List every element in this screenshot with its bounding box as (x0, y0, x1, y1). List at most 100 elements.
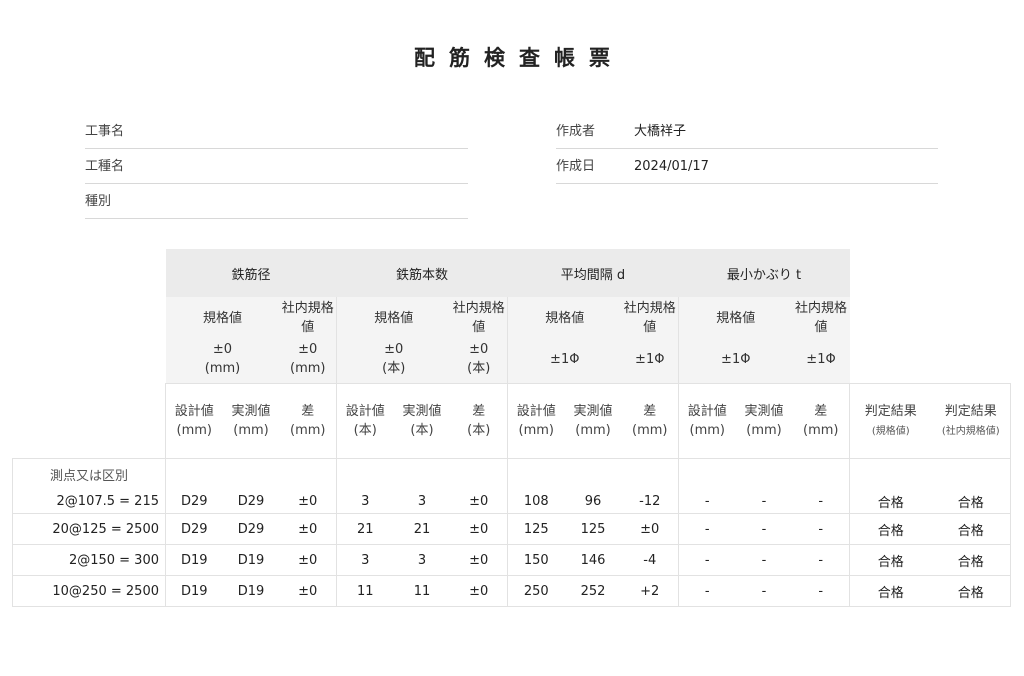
col-header-unit: (mm) (746, 423, 782, 438)
internal-std-value: ±0 (mm) (279, 335, 337, 384)
table-cell: - (792, 489, 850, 514)
table-cell: - (678, 489, 736, 514)
table-row: 2@150 = 300 D19 D19 ±0 3 3 ±0 150 146 -4- - - 合格 合格 (12, 544, 1011, 576)
field-category[interactable]: 種別 (85, 184, 468, 219)
col-header-text: 実測値 (744, 404, 784, 419)
col-header-judge-internal: 判定結果 (社内規格値) (931, 383, 1011, 459)
col-header-design: 設計値 (mm) (678, 383, 736, 459)
col-header-diff: 差 (mm) (792, 383, 850, 459)
std-value: ±0 (mm) (165, 335, 280, 384)
col-header-text: 設計値 (345, 404, 385, 419)
col-header-unit: (本) (353, 423, 377, 438)
group-header-min-cover: 最小かぶり t (678, 249, 850, 297)
table-cell: D29 (165, 513, 223, 545)
std-label: 規格値 (678, 297, 793, 335)
col-header-unit: (mm) (518, 423, 554, 438)
std-value-text: ±0 (384, 342, 404, 357)
field-label: 工種名 (85, 159, 125, 174)
table-cell: - (735, 544, 793, 576)
col-header-text: 実測値 (231, 404, 271, 419)
table-cell: ±0 (279, 489, 337, 514)
row-label: 2@107.5 = 215 (12, 489, 166, 514)
col-header-text: 差 (643, 404, 657, 419)
table-cell: 21 (336, 513, 394, 545)
table-cell: 3 (393, 544, 451, 576)
internal-std-value: ±0 (本) (450, 335, 508, 384)
table-cell: - (678, 513, 736, 545)
table-cell: 3 (336, 489, 394, 514)
col-header-text: 実測値 (402, 404, 442, 419)
table-cell: D19 (222, 544, 280, 576)
internal-std-label: 社内規格値 (621, 297, 679, 335)
std-value: ±0 (本) (336, 335, 451, 384)
col-header-text: 差 (472, 404, 486, 419)
col-header-design: 設計値 (mm) (165, 383, 223, 459)
col-header-unit: (mm) (803, 423, 839, 438)
col-header-unit: (本) (410, 423, 434, 438)
empty-cell (13, 384, 166, 459)
table-cell: 3 (336, 544, 394, 576)
empty-cell (678, 458, 850, 489)
table-cell: 125 (564, 513, 622, 545)
empty-cell (849, 458, 1011, 489)
std-value-text: ±1Φ (721, 351, 751, 367)
std-value: ±1Φ (507, 335, 622, 384)
table-row: 10@250 = 2500 D19 D19 ±0 11 11 ±0 250 252 +2- - - 合格… (12, 575, 1011, 607)
col-header-text: 差 (814, 404, 828, 419)
col-header-text: 設計値 (687, 404, 727, 419)
table-cell: 合格 (849, 513, 932, 545)
table-cell: - (792, 575, 850, 607)
table-cell: 合格 (849, 575, 932, 607)
table-cell: D19 (222, 575, 280, 607)
std-unit: (本) (467, 361, 491, 376)
empty-cell (13, 297, 166, 335)
table-cell: - (678, 575, 736, 607)
col-header-unit: (mm) (575, 423, 611, 438)
field-project-name[interactable]: 工事名 (85, 114, 468, 149)
table-cell: -12 (621, 489, 679, 514)
std-value-text: ±1Φ (550, 351, 580, 367)
inspection-table: 鉄筋径 鉄筋本数 平均間隔 d 最小かぶり t 規格値 社内規格値 規格値 社内… (12, 249, 1011, 607)
table-cell: ±0 (450, 575, 508, 607)
empty-cell (165, 458, 337, 489)
table-cell: 合格 (931, 544, 1011, 576)
col-header-text: 差 (301, 404, 315, 419)
col-header-actual: 実測値 (mm) (564, 383, 622, 459)
table-cell: - (792, 544, 850, 576)
empty-cell (336, 458, 508, 489)
field-created-date[interactable]: 作成日 2024/01/17 (556, 149, 938, 184)
table-cell: 21 (393, 513, 451, 545)
col-header-text: 判定結果 (864, 403, 917, 419)
empty-corner (850, 249, 1011, 297)
table-cell: 11 (336, 575, 394, 607)
empty-cell (507, 458, 679, 489)
col-header-actual: 実測値 (mm) (222, 383, 280, 459)
table-row: 2@107.5 = 215 D29 D29 ±0 3 3 ±0 108 96 -12- - - 合格 合格 (12, 489, 1011, 514)
col-header-diff: 差 (本) (450, 383, 508, 459)
empty-cell (850, 297, 1011, 335)
table-cell: - (678, 544, 736, 576)
table-cell: 3 (393, 489, 451, 514)
table-cell: 108 (507, 489, 565, 514)
field-work-type[interactable]: 工種名 (85, 149, 468, 184)
table-cell: D19 (165, 544, 223, 576)
table-cell: ±0 (450, 513, 508, 545)
field-label: 工事名 (85, 124, 125, 139)
std-value-text: ±0 (469, 342, 489, 357)
empty-corner (13, 249, 166, 297)
row-group-label: 測点又は区別 (12, 458, 166, 489)
col-header-design: 設計値 (本) (336, 383, 394, 459)
table-cell: ±0 (279, 575, 337, 607)
table-cell: ±0 (279, 513, 337, 545)
col-header-unit: (mm) (176, 423, 212, 438)
field-author[interactable]: 作成者 大橋祥子 (556, 114, 938, 149)
col-header-text: 設計値 (516, 404, 556, 419)
table-cell: - (735, 489, 793, 514)
field-label: 種別 (85, 194, 112, 209)
internal-std-label: 社内規格値 (279, 297, 337, 335)
empty-cell (850, 335, 1011, 384)
table-cell: D29 (165, 489, 223, 514)
empty-cell (13, 335, 166, 384)
internal-std-label: 社内規格値 (450, 297, 508, 335)
internal-std-value: ±1Φ (792, 335, 850, 384)
